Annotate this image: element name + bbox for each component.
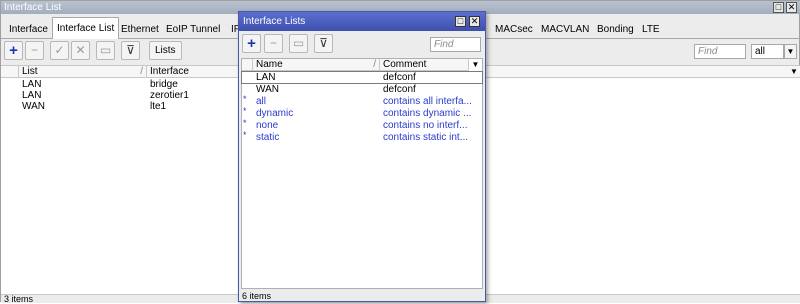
comment-icon[interactable]: ▭	[289, 34, 308, 53]
remove-icon[interactable]: −	[25, 41, 44, 60]
cell-interface: bridge	[150, 79, 178, 90]
cell-interface: lte1	[150, 101, 167, 112]
list-row[interactable]: * static contains static int...	[242, 130, 482, 143]
restore-icon[interactable]: □	[455, 16, 466, 27]
list-row[interactable]: * none contains no interf...	[242, 118, 482, 131]
dialog-find-input[interactable]: Find	[430, 37, 481, 52]
list-row[interactable]: * all contains all interfa...	[242, 94, 482, 107]
tab-bonding[interactable]: Bonding	[592, 19, 639, 38]
filter-icon[interactable]: ⊽	[121, 41, 140, 60]
tab-macvlan[interactable]: MACVLAN	[536, 19, 594, 38]
cell-name: all	[256, 96, 267, 107]
chevron-down-icon[interactable]: ▼	[469, 59, 482, 71]
row-marker: *	[243, 106, 247, 116]
add-icon[interactable]: +	[242, 34, 261, 53]
filter-icon[interactable]: ⊽	[314, 34, 333, 53]
window-title: Interface List	[4, 2, 62, 13]
cell-comment: defconf	[383, 72, 416, 83]
disable-icon[interactable]: ✕	[71, 41, 90, 60]
dialog-status-bar: 6 items	[242, 291, 272, 301]
tab-macsec[interactable]: MACsec	[490, 19, 538, 38]
interface-lists-dialog: Interface Lists □ ✕ + − ▭ ⊽ Find Name / C…	[238, 11, 486, 302]
cell-list: LAN	[22, 90, 42, 101]
dialog-toolbar: + − ▭ ⊽ Find	[239, 32, 485, 57]
column-header-marker	[1, 66, 19, 78]
tab-eoip-tunnel[interactable]: EoIP Tunnel	[161, 19, 225, 38]
row-marker: *	[243, 118, 247, 128]
column-chooser-icon[interactable]: ▼	[787, 66, 800, 78]
row-marker: *	[243, 130, 247, 140]
filter-select[interactable]: all	[751, 44, 784, 59]
cell-comment: contains static int...	[383, 132, 469, 143]
find-input[interactable]: Find	[694, 44, 746, 59]
cell-comment: contains dynamic ...	[383, 108, 472, 119]
cell-name: none	[256, 120, 279, 131]
tab-interface-list[interactable]: Interface List	[52, 17, 120, 39]
cell-interface: zerotier1	[150, 90, 189, 101]
cell-name: dynamic	[256, 108, 294, 119]
row-marker: *	[243, 94, 247, 104]
cell-list: LAN	[22, 79, 42, 90]
dialog-titlebar: Interface Lists □ ✕	[239, 12, 485, 31]
list-row[interactable]: LAN defconf	[241, 71, 483, 84]
tab-interface[interactable]: Interface	[4, 19, 53, 38]
tab-lte[interactable]: LTE	[637, 19, 665, 38]
add-icon[interactable]: +	[4, 41, 23, 60]
cell-list: WAN	[22, 101, 45, 112]
close-icon[interactable]: ✕	[786, 2, 797, 13]
cell-name: LAN	[256, 72, 276, 83]
dialog-title: Interface Lists	[243, 16, 306, 27]
list-row[interactable]: * dynamic contains dynamic ...	[242, 106, 482, 119]
lists-button[interactable]: Lists	[149, 41, 182, 60]
comment-icon[interactable]: ▭	[96, 41, 115, 60]
list-row[interactable]: WAN defconf	[242, 84, 482, 95]
cell-comment: contains no interf...	[383, 120, 468, 131]
interface-lists-table: Name / Comment ▼ LAN defconf WAN defconf …	[241, 58, 483, 289]
restore-icon[interactable]: □	[773, 2, 784, 13]
column-header-list[interactable]: List /	[19, 66, 147, 78]
cell-name: WAN	[256, 84, 279, 95]
cell-comment: contains all interfa...	[383, 96, 472, 107]
remove-icon[interactable]: −	[264, 34, 283, 53]
column-header-name[interactable]: Name /	[253, 59, 380, 71]
column-header-marker	[242, 59, 253, 71]
close-icon[interactable]: ✕	[469, 16, 480, 27]
enable-icon[interactable]: ✓	[50, 41, 69, 60]
cell-comment: defconf	[383, 84, 416, 95]
cell-name: static	[256, 132, 280, 143]
chevron-down-icon[interactable]: ▼	[784, 44, 797, 59]
tab-ethernet[interactable]: Ethernet	[116, 19, 164, 38]
column-header-comment[interactable]: Comment	[380, 59, 469, 71]
